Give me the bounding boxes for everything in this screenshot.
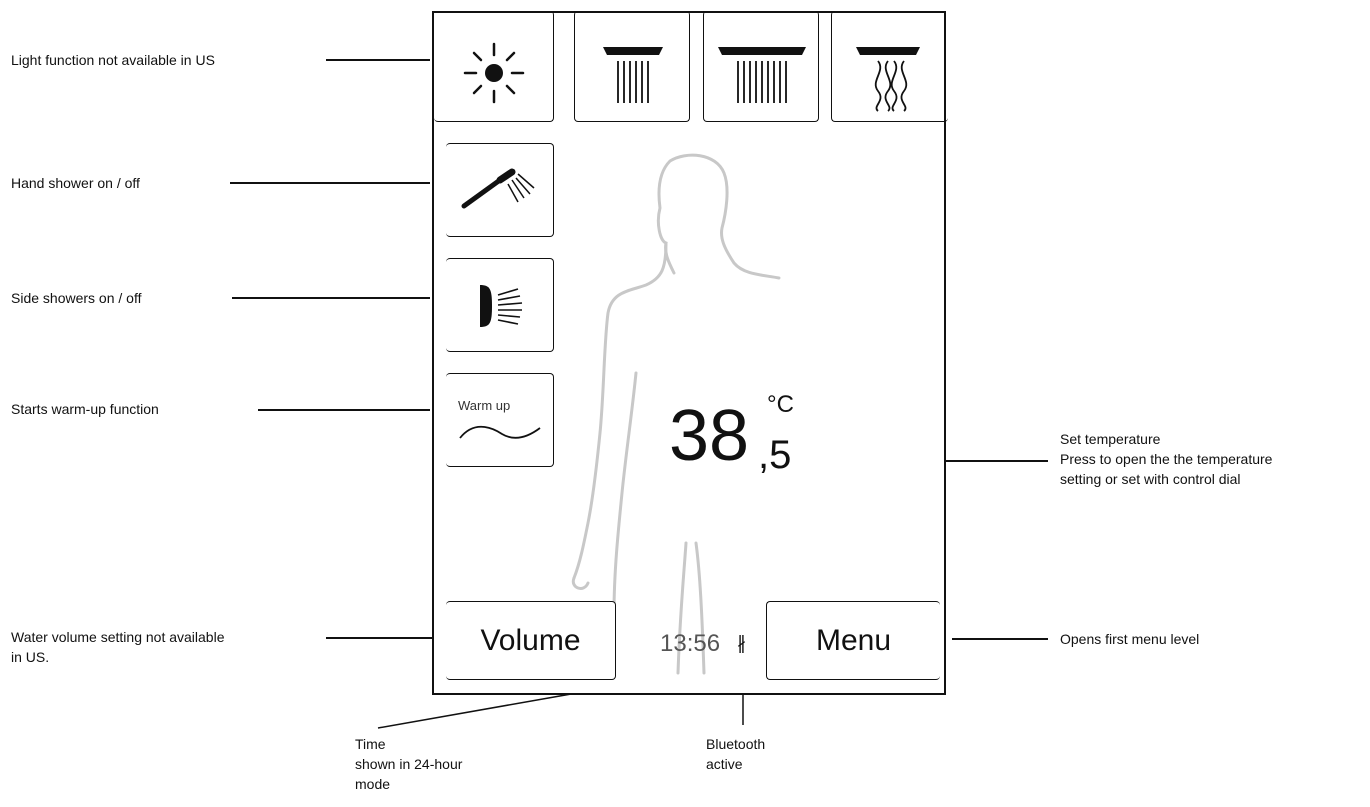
volume-button[interactable]: Volume [446, 601, 616, 680]
overhead-shower-narrow-button[interactable] [574, 11, 690, 122]
warm-up-button[interactable]: Warm up [446, 373, 554, 467]
hand-shower-button[interactable] [446, 143, 554, 237]
overhead-shower-wave-icon [856, 47, 920, 112]
menu-button[interactable]: Menu [766, 601, 940, 680]
wave-icon [459, 425, 541, 439]
bluetooth-icon: ∦ [737, 633, 746, 653]
overhead-shower-massage-button[interactable] [831, 11, 948, 122]
clock-time: 13:56 [660, 630, 721, 657]
annotation-bluetooth-2: active [706, 756, 743, 772]
shower-control-display: Warm up 38 ,5 °C Volume 13:56 ∦ Menu [432, 11, 948, 695]
light-button[interactable] [434, 11, 554, 122]
temperature-decimal: ,5 [758, 433, 792, 477]
hand-shower-icon [461, 168, 535, 209]
side-shower-button[interactable] [446, 258, 554, 352]
side-shower-icon [480, 285, 523, 327]
overhead-shower-wide-button[interactable] [703, 11, 819, 122]
annotation-bluetooth-1: Bluetooth [706, 736, 766, 752]
temperature-unit: °C [767, 391, 794, 418]
sun-icon [463, 42, 525, 104]
overhead-shower-wide-icon [718, 47, 806, 103]
overhead-shower-narrow-icon [603, 47, 663, 103]
temperature-integer: 38 [669, 396, 750, 476]
